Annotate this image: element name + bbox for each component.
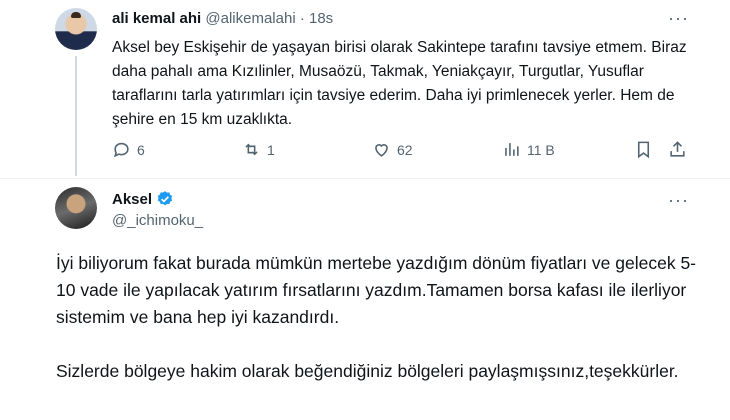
reply-icon bbox=[113, 142, 129, 158]
tweet-header: ali kemal ahi @alikemalahi · 18s bbox=[112, 10, 333, 27]
share-button[interactable] bbox=[668, 140, 687, 159]
retweet-button[interactable]: 1 bbox=[242, 140, 275, 159]
like-count: 62 bbox=[397, 141, 413, 158]
separator: · bbox=[299, 10, 305, 27]
avatar[interactable] bbox=[55, 187, 97, 229]
more-icon[interactable]: ··· bbox=[668, 190, 689, 211]
tweet-paragraph: Sizlerde bölgeye hakim olarak beğendiğin… bbox=[56, 361, 679, 381]
like-button[interactable]: 62 bbox=[372, 140, 413, 159]
reply-button[interactable]: 6 bbox=[112, 140, 145, 159]
views-icon bbox=[505, 143, 519, 156]
bookmark-button[interactable] bbox=[634, 140, 653, 159]
retweet-count: 1 bbox=[267, 141, 275, 158]
author-handle[interactable]: @_ichimoku_ bbox=[112, 212, 203, 229]
tweet-time[interactable]: 18s bbox=[309, 10, 333, 27]
tweet-text: Aksel bey Eskişehir de yaşayan birisi ol… bbox=[112, 39, 687, 128]
thread-connector-line bbox=[75, 56, 77, 176]
retweet-icon bbox=[245, 143, 258, 156]
like-icon bbox=[375, 144, 388, 157]
author-name-row: Aksel bbox=[112, 190, 174, 208]
author-name[interactable]: ali kemal ahi bbox=[112, 10, 201, 27]
more-icon[interactable]: ··· bbox=[668, 8, 689, 29]
views-button[interactable]: 11 B bbox=[502, 140, 555, 159]
share-icon bbox=[670, 141, 685, 157]
tweet-paragraph: İyi biliyorum fakat burada mümkün merteb… bbox=[56, 253, 697, 327]
tweet-text: İyi biliyorum fakat burada mümkün merteb… bbox=[56, 250, 696, 412]
author-handle[interactable]: @alikemalahi bbox=[205, 10, 295, 27]
reply-tweet[interactable]: ali kemal ahi @alikemalahi · 18s ··· Aks… bbox=[0, 0, 730, 179]
avatar[interactable] bbox=[55, 8, 97, 50]
bookmark-icon bbox=[637, 141, 650, 159]
reply-count: 6 bbox=[137, 141, 145, 158]
tweet-actions: 6 1 62 11 B bbox=[112, 140, 692, 164]
author-name[interactable]: Aksel bbox=[112, 191, 152, 208]
main-tweet[interactable]: Aksel @_ichimoku_ ··· İyi biliyorum faka… bbox=[0, 178, 730, 420]
views-count: 11 B bbox=[527, 141, 555, 158]
verified-badge-icon bbox=[157, 191, 173, 206]
